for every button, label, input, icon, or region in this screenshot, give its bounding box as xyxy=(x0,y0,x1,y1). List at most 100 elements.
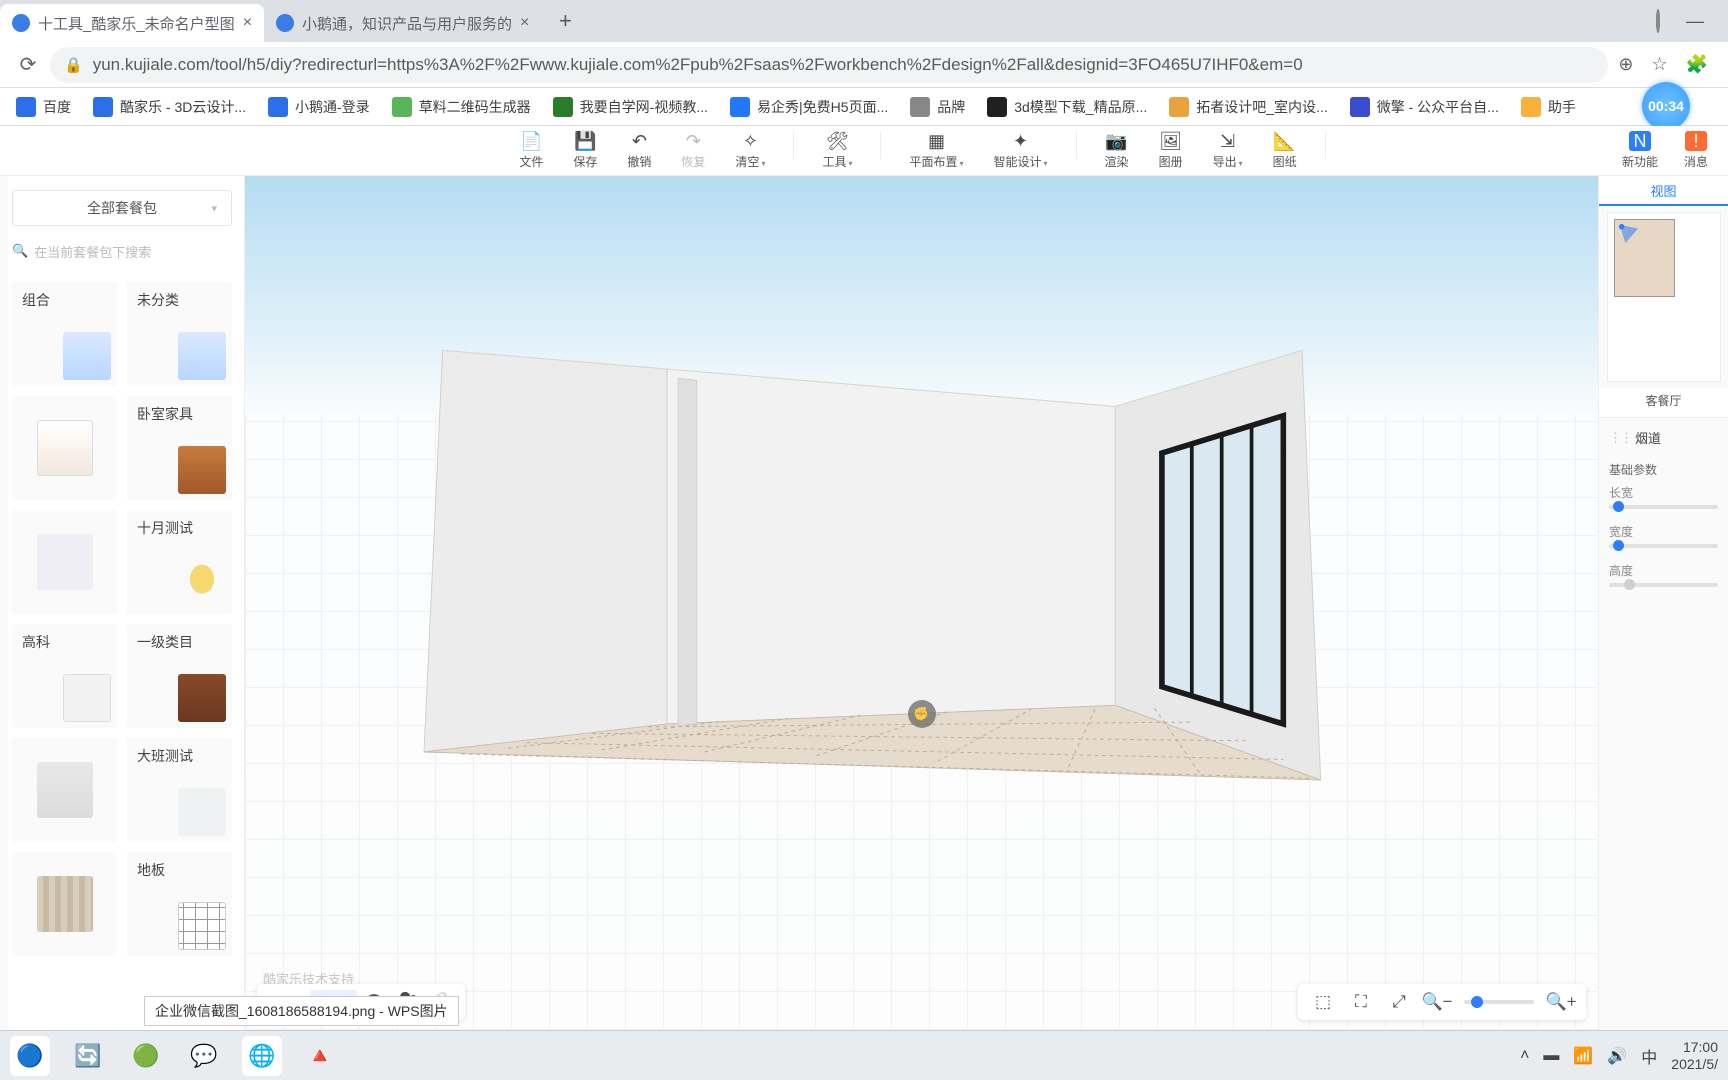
bookmark-favicon-icon xyxy=(553,97,573,117)
category-card[interactable]: 一级类目 xyxy=(127,624,232,728)
taskbar-wechat[interactable]: 💬 xyxy=(184,1036,224,1076)
category-card[interactable] xyxy=(12,510,117,614)
tray-wifi-icon[interactable]: 📶 xyxy=(1573,1046,1593,1066)
category-card[interactable] xyxy=(12,396,117,500)
taskbar-app-6[interactable]: 🔺 xyxy=(300,1036,340,1076)
category-card[interactable]: 组合 xyxy=(12,282,117,386)
category-card[interactable] xyxy=(12,738,117,842)
bookmark-item[interactable]: 易企秀|免费H5页面... xyxy=(720,93,898,121)
category-thumb xyxy=(37,420,93,476)
param-field: 长宽 xyxy=(1609,484,1718,509)
frame-icon[interactable]: ⛶ xyxy=(1344,988,1378,1016)
bookmark-label: 拓者设计吧_室内设... xyxy=(1196,97,1327,117)
bookmark-item[interactable]: 助手 xyxy=(1511,93,1586,121)
clear-icon: ✧ xyxy=(739,131,761,151)
close-icon[interactable]: × xyxy=(520,14,529,32)
timer-badge[interactable]: 00:34 xyxy=(1642,82,1690,130)
bookmark-label: 酷家乐 - 3D云设计... xyxy=(120,97,246,117)
tool-msg[interactable]: !消息 xyxy=(1678,131,1714,170)
tray-battery-icon[interactable]: ▬ xyxy=(1543,1047,1559,1065)
tab-title: 十工具_酷家乐_未命名户型图 xyxy=(38,13,235,34)
new-icon: N xyxy=(1629,131,1651,151)
bookmark-favicon-icon xyxy=(1521,97,1541,117)
minimap[interactable] xyxy=(1607,212,1721,382)
fullscreen-icon[interactable]: ⤢ xyxy=(1382,988,1416,1016)
tray-volume-icon[interactable]: 🔊 xyxy=(1607,1046,1627,1066)
bookmark-item[interactable]: 3d模型下载_精品原... xyxy=(977,93,1157,121)
tool-label: 工具▾ xyxy=(822,153,852,170)
bookmark-label: 助手 xyxy=(1548,97,1576,117)
bookmark-item[interactable]: 拓者设计吧_室内设... xyxy=(1159,93,1337,121)
tray-chevron-icon[interactable]: ˄ xyxy=(1520,1047,1529,1065)
close-icon[interactable]: × xyxy=(243,14,252,32)
category-thumb xyxy=(178,674,226,722)
bookmark-item[interactable]: 百度 xyxy=(6,93,81,121)
new-tab-button[interactable]: + xyxy=(549,5,581,37)
tool-drawing[interactable]: 📐图纸 xyxy=(1267,131,1303,170)
tool-label: 保存 xyxy=(573,153,597,170)
tool-gallery[interactable]: 🖼图册 xyxy=(1153,131,1189,170)
param-slider xyxy=(1609,583,1718,587)
param-slider[interactable] xyxy=(1609,505,1718,509)
reload-button[interactable]: ⟳ xyxy=(10,47,46,83)
taskbar-app-1[interactable]: 🔵 xyxy=(10,1036,50,1076)
tool-render[interactable]: 📷渲染 xyxy=(1099,131,1135,170)
bookmark-item[interactable]: 品牌 xyxy=(900,93,975,121)
bookmark-item[interactable]: 我要自学网-视频教... xyxy=(543,93,718,121)
bookmark-favicon-icon xyxy=(16,97,36,117)
category-card[interactable]: 高科 xyxy=(12,624,117,728)
bookmark-item[interactable]: 草料二维码生成器 xyxy=(382,93,541,121)
category-card[interactable]: 未分类 xyxy=(127,282,232,386)
bookmark-favicon-icon xyxy=(910,97,930,117)
category-card[interactable]: 卧室家具 xyxy=(127,396,232,500)
package-select[interactable]: 全部套餐包 xyxy=(12,190,232,226)
zoom-in-button[interactable]: 🔍+ xyxy=(1544,988,1578,1016)
browser-tab-kujiale[interactable]: 十工具_酷家乐_未命名户型图 × xyxy=(0,4,264,42)
category-card[interactable]: 大班测试 xyxy=(127,738,232,842)
tool-clear[interactable]: ✧清空▾ xyxy=(729,131,771,170)
browser-tab-xiaoe[interactable]: 小鹅通，知识产品与用户服务的 × xyxy=(264,4,541,42)
search-input[interactable]: 🔍 在当前套餐包下搜索 xyxy=(12,236,232,266)
zoom-out-button[interactable]: 🔍− xyxy=(1420,988,1454,1016)
tool-new[interactable]: N新功能 xyxy=(1616,131,1664,170)
tool-tools[interactable]: 🛠工具▾ xyxy=(816,131,858,170)
measure-icon[interactable]: ⬚ xyxy=(1306,988,1340,1016)
zoom-icon[interactable]: ⊕ xyxy=(1618,54,1633,75)
param-slider[interactable] xyxy=(1609,544,1718,548)
address-bar: ⟳ 🔒 yun.kujiale.com/tool/h5/diy?redirect… xyxy=(0,42,1728,88)
tool-undo[interactable]: ↶撤销 xyxy=(621,131,657,170)
minimize-icon[interactable]: — xyxy=(1686,11,1704,32)
bookmark-item[interactable]: 小鹅通-登录 xyxy=(258,93,380,121)
panel-right: 视图 客餐厅 ⋮⋮烟道 基础参数 长宽宽度高度 xyxy=(1598,176,1728,1030)
bookmark-item[interactable]: 微擎 - 公众平台自... xyxy=(1340,93,1509,121)
category-card[interactable]: 地板 xyxy=(127,852,232,956)
tray-clock[interactable]: 17:00 2021/5/ xyxy=(1671,1039,1718,1071)
profile-avatar[interactable] xyxy=(1656,11,1660,32)
tool-label: 文件 xyxy=(519,153,543,170)
bookmark-favicon-icon xyxy=(730,97,750,117)
search-icon: 🔍 xyxy=(12,243,28,259)
app-workspace: 📄文件 💾保存 ↶撤销 ↷恢复 ✧清空▾ 🛠工具▾ ▦平面布置▾ ✦智能设计▾ 📷渲染 🖼图册 ⇲导… xyxy=(0,126,1728,1030)
url-field[interactable]: 🔒 yun.kujiale.com/tool/h5/diy?redirectur… xyxy=(50,47,1608,83)
zoom-slider[interactable] xyxy=(1464,1000,1534,1004)
category-card[interactable]: 十月测试 xyxy=(127,510,232,614)
taskbar-app-3[interactable]: 🟢 xyxy=(126,1036,166,1076)
tool-save[interactable]: 💾保存 xyxy=(567,131,603,170)
tool-floorplan[interactable]: ▦平面布置▾ xyxy=(903,131,969,170)
extensions-icon[interactable]: 🧩 xyxy=(1686,54,1708,75)
tool-file[interactable]: 📄文件 xyxy=(513,131,549,170)
bookmark-favicon-icon xyxy=(93,97,113,117)
tool-export[interactable]: ⇲导出▾ xyxy=(1207,131,1249,170)
bookmark-star-icon[interactable]: ☆ xyxy=(1651,54,1667,75)
category-card[interactable] xyxy=(12,852,117,956)
tool-redo[interactable]: ↷恢复 xyxy=(675,131,711,170)
bookmark-item[interactable]: 酷家乐 - 3D云设计... xyxy=(83,93,256,121)
tray-ime[interactable]: 中 xyxy=(1641,1044,1657,1068)
panel-tab-view[interactable]: 视图 xyxy=(1599,176,1728,206)
category-thumb xyxy=(178,788,226,836)
tool-smart[interactable]: ✦智能设计▾ xyxy=(988,131,1054,170)
category-thumb xyxy=(37,876,93,932)
taskbar-app-2[interactable]: 🔄 xyxy=(68,1036,108,1076)
viewport-3d[interactable]: ✊ 酷家乐技术支持 2D▾ 3D▾ 👁 🎥 ❔ ⬚ ⛶ ⤢ 🔍− 🔍+ xyxy=(245,176,1598,1030)
taskbar-chrome[interactable]: 🌐 xyxy=(242,1036,282,1076)
